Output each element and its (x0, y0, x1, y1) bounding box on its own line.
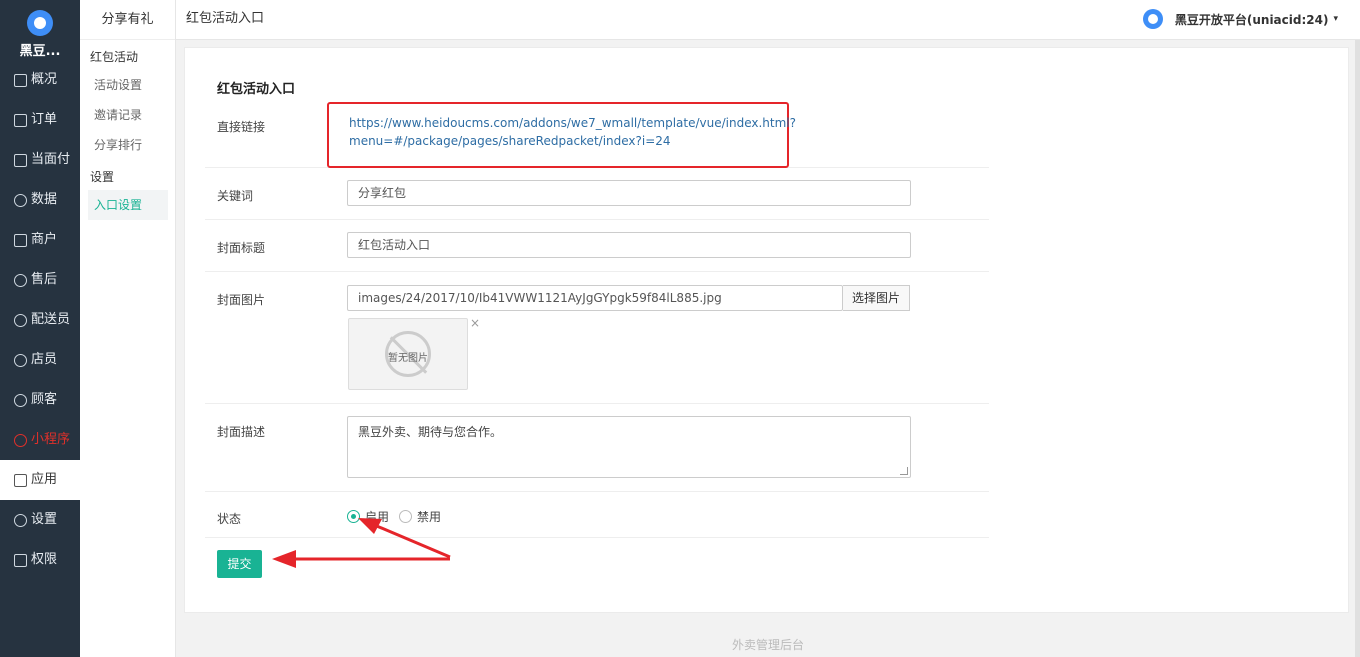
direct-link-text-1[interactable]: https://www.heidoucms.com/addons/we7_wma… (349, 114, 796, 132)
row-status: 状态 启用 禁用 (205, 492, 989, 538)
sub-link-invite-records[interactable]: 邀请记录 (88, 100, 168, 130)
breadcrumb: 红包活动入口 (186, 11, 265, 26)
nav-item-permissions[interactable]: 权限 (0, 540, 80, 580)
nav-item-orders[interactable]: 订单 (0, 100, 80, 140)
resize-grip-icon[interactable] (900, 467, 908, 475)
store-icon (14, 233, 27, 247)
nav-item-miniprogram[interactable]: 小程序 (0, 420, 80, 460)
brand-name: 黑豆... (19, 44, 61, 59)
form-panel: 红包活动入口 直接链接 https://www.heidoucms.com/ad… (184, 47, 1349, 613)
nav-item-aftersale[interactable]: 售后 (0, 260, 80, 300)
cover-title-label: 封面标题 (217, 241, 266, 255)
cover-desc-label: 封面描述 (217, 425, 266, 439)
nav-item-settings[interactable]: 设置 (0, 500, 80, 540)
nav-item-face-pay[interactable]: 当面付 (0, 140, 80, 180)
logo-icon (27, 10, 53, 36)
row-cover-desc: 封面描述 黑豆外卖、期待与您合作。 (205, 404, 989, 492)
sub-sidebar-title: 分享有礼 (80, 0, 175, 40)
keyword-label: 关键词 (217, 189, 254, 203)
nav-item-merchants[interactable]: 商户 (0, 220, 80, 260)
cover-desc-text: 黑豆外卖、期待与您合作。 (358, 425, 503, 439)
nav-item-data[interactable]: 数据 (0, 180, 80, 220)
nav-item-couriers[interactable]: 配送员 (0, 300, 80, 340)
platform-logo-icon (1142, 9, 1163, 29)
nav-item-clerks[interactable]: 店员 (0, 340, 80, 380)
keyword-input[interactable]: 分享红包 (347, 180, 911, 206)
cover-desc-textarea[interactable]: 黑豆外卖、期待与您合作。 (347, 416, 911, 478)
nav-item-customers[interactable]: 顾客 (0, 380, 80, 420)
page-scrollbar[interactable] (1355, 40, 1360, 657)
direct-link-label: 直接链接 (217, 120, 266, 134)
miniprogram-icon (14, 433, 27, 447)
courier-icon (14, 313, 27, 327)
sub-link-activity-settings[interactable]: 活动设置 (88, 70, 168, 100)
cover-title-input[interactable]: 红包活动入口 (347, 232, 911, 258)
apps-icon (14, 473, 27, 487)
customer-icon (14, 393, 27, 407)
gear-icon (14, 513, 27, 527)
sub-link-share-ranking[interactable]: 分享排行 (88, 130, 168, 160)
row-keyword: 关键词 分享红包 (205, 168, 989, 220)
brand-logo[interactable]: 黑豆... (0, 0, 80, 64)
radio-unchecked-icon (399, 510, 413, 523)
row-cover-title: 封面标题 红包活动入口 (205, 220, 989, 272)
footer-text: 外卖管理后台 (731, 638, 804, 652)
top-bar: 红包活动入口 黑豆开放平台(uniacid:24) ▾ (176, 0, 1360, 40)
status-radio-enabled[interactable]: 启用 (347, 508, 389, 525)
clerk-icon (14, 353, 27, 367)
direct-link-box: https://www.heidoucms.com/addons/we7_wma… (327, 102, 796, 168)
cover-image-preview: 暂无图片 (348, 318, 468, 390)
main-sidebar: 黑豆... 概况 订单 当面付 数据 商户 售后 配送员 店员 顾客 小程序 应… (0, 0, 80, 657)
sub-group-redpacket: 红包活动 (90, 50, 139, 64)
pay-icon (14, 153, 27, 167)
account-menu[interactable]: 黑豆开放平台(uniacid:24) ▾ (1142, 0, 1338, 38)
status-radio-disabled[interactable]: 禁用 (399, 508, 441, 525)
order-icon (14, 113, 27, 127)
account-name: 黑豆开放平台(uniacid:24) (1174, 12, 1329, 27)
aftersale-icon (14, 273, 27, 287)
sub-group-settings: 设置 (90, 170, 115, 184)
pick-image-button[interactable]: 选择图片 (843, 285, 911, 311)
lock-icon (14, 553, 27, 567)
sub-link-entry-settings[interactable]: 入口设置 (88, 190, 168, 220)
no-image-text: 暂无图片 (388, 353, 428, 364)
nav-item-apps[interactable]: 应用 (0, 460, 80, 500)
status-label: 状态 (217, 512, 242, 526)
chevron-down-icon: ▾ (1333, 14, 1338, 24)
page-title: 红包活动入口 (217, 82, 296, 97)
remove-image-icon[interactable]: × (470, 316, 480, 330)
cover-image-input[interactable]: images/24/2017/10/Ib41VWW1121AyJgGYpgk59… (347, 285, 843, 311)
overview-icon (14, 73, 27, 87)
row-cover-image: 封面图片 images/24/2017/10/Ib41VWW1121AyJgGY… (205, 272, 989, 404)
sub-sidebar: 分享有礼 红包活动 活动设置 邀请记录 分享排行 设置 入口设置 (80, 0, 176, 657)
cover-image-label: 封面图片 (217, 293, 266, 307)
data-icon (14, 193, 27, 207)
radio-checked-icon (347, 510, 360, 523)
submit-button[interactable]: 提交 (217, 550, 262, 578)
nav-item-overview[interactable]: 概况 (0, 60, 80, 100)
direct-link-text-2[interactable]: menu=#/package/pages/shareRedpacket/inde… (349, 132, 787, 150)
status-radio-group: 启用 禁用 (347, 508, 451, 525)
